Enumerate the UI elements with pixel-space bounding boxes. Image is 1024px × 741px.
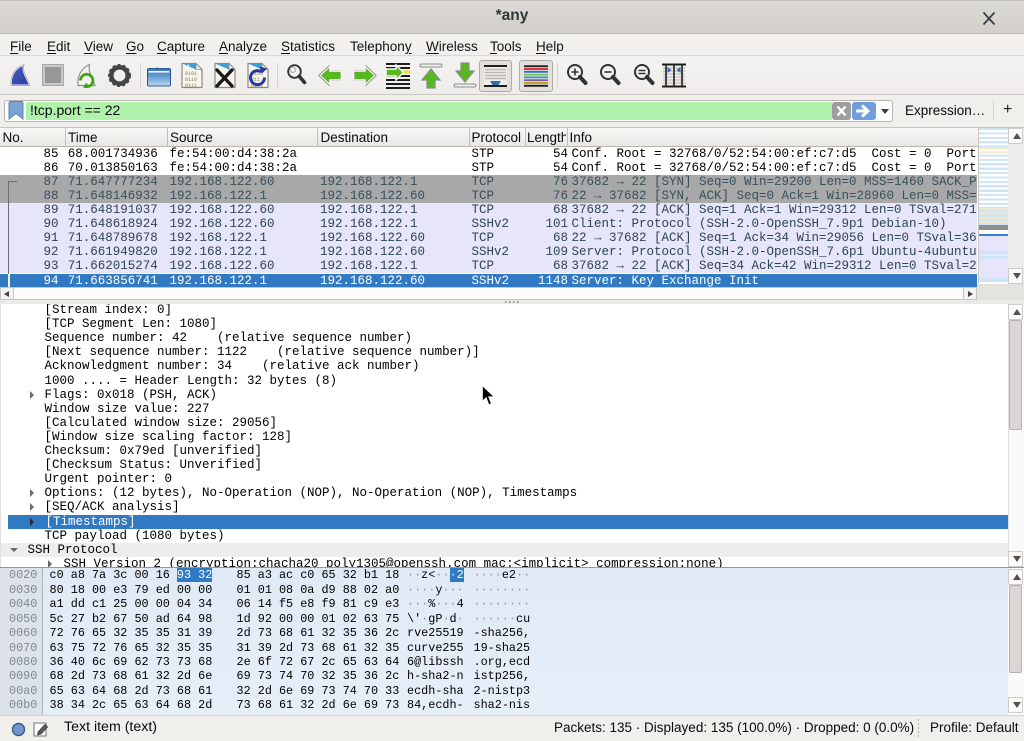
svg-text:0111: 0111 (185, 83, 197, 89)
